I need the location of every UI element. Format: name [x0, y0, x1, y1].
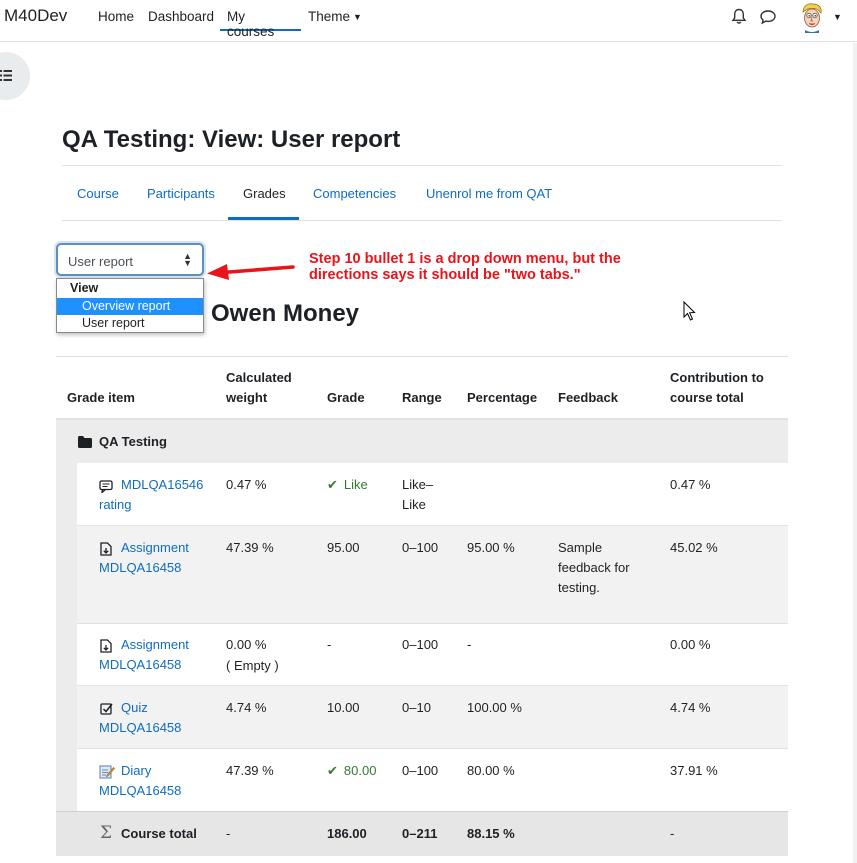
header-calculated-weight: Calculated weight: [226, 370, 292, 405]
avatar[interactable]: [800, 3, 824, 38]
grade-text: 80.00: [343, 763, 377, 778]
nav-dashboard[interactable]: Dashboard: [148, 9, 214, 24]
check-icon: ✔: [327, 763, 338, 778]
contribution-value: 45.02 %: [670, 540, 718, 555]
calculated-weight: 0.00 %: [226, 637, 267, 652]
divider: [62, 165, 782, 166]
calculated-weight: 0.47 %: [226, 477, 267, 492]
range-value: 0–10: [402, 700, 431, 715]
header-range: Range: [402, 390, 442, 405]
grade-value: ✔ 80.00: [327, 761, 376, 781]
page-scrollbar[interactable]: [853, 43, 857, 863]
grade-item-link[interactable]: Quiz MDLQA16458: [99, 698, 211, 738]
grade-text: Like: [343, 477, 368, 492]
navbar: M40Dev Home Dashboard My courses Theme ▼ …: [0, 0, 857, 42]
bell-icon[interactable]: [731, 8, 747, 30]
course-index-toggle[interactable]: [0, 52, 30, 100]
divider: [62, 220, 782, 221]
calculated-weight: 47.39 %: [226, 540, 274, 555]
weight-note: ( Empty ): [226, 658, 279, 673]
user-name: Owen Money: [211, 300, 360, 327]
range-value: 0–100: [402, 763, 439, 778]
header-grade: Grade: [327, 390, 365, 405]
total-weight: -: [226, 826, 231, 841]
tab-grades[interactable]: Grades: [243, 186, 286, 201]
grade-value: ✔ Like: [327, 475, 368, 495]
percentage-value: 80.00 %: [467, 763, 515, 778]
grade-item-link[interactable]: Diary MDLQA16458: [99, 761, 211, 801]
header-feedback: Feedback: [558, 390, 618, 405]
grade-value: 10.00: [327, 700, 360, 715]
contribution-value: 4.74 %: [670, 700, 711, 715]
percentage-value: 100.00 %: [467, 700, 522, 715]
tab-participants[interactable]: Participants: [147, 186, 215, 201]
folder-icon: [78, 436, 92, 448]
grade-item-link[interactable]: Assignment MDLQA16458: [99, 538, 211, 578]
total-percentage: 88.15 %: [467, 826, 515, 841]
select-arrows-icon: ▲ ▼: [183, 251, 192, 268]
table-top-border: [56, 356, 788, 357]
tab-competencies[interactable]: Competencies: [313, 186, 396, 201]
percentage-value: 95.00 %: [467, 540, 515, 555]
dropdown-option-user-report[interactable]: User report: [57, 315, 203, 332]
grade-item-link[interactable]: Assignment MDLQA16458: [99, 635, 211, 675]
check-icon: ✔: [327, 477, 338, 492]
nav-theme[interactable]: Theme ▼: [308, 9, 362, 24]
grade-value: -: [327, 637, 332, 652]
contribution-value: 0.47 %: [670, 477, 711, 492]
range-value: Like–Like: [402, 477, 434, 512]
grade-value: 95.00: [327, 540, 360, 555]
category-label: QA Testing: [99, 434, 167, 449]
range-value: 0–100: [402, 540, 439, 555]
dropdown-option-overview-report[interactable]: Overview report: [57, 298, 203, 315]
header-grade-item: Grade item: [67, 390, 135, 405]
range-value: 0–100: [402, 637, 439, 652]
nav-my-courses-label: My courses: [227, 9, 275, 39]
chevron-down-icon[interactable]: ▼: [833, 12, 842, 22]
nav-theme-label: Theme: [308, 9, 351, 24]
list-icon: [0, 70, 12, 81]
mouse-cursor-icon: [683, 301, 696, 321]
report-select[interactable]: User report ▲ ▼: [56, 243, 204, 276]
contribution-value: 37.91 %: [670, 763, 718, 778]
calculated-weight: 4.74 %: [226, 700, 267, 715]
dropdown-group-label: View: [70, 281, 99, 295]
category-indent-bar: [56, 463, 77, 811]
percentage-value: -: [467, 637, 472, 652]
report-select-dropdown: View Overview report User report: [56, 278, 204, 333]
grade-item-link[interactable]: MDLQA16546 rating: [99, 475, 211, 515]
nav-home[interactable]: Home: [98, 9, 134, 24]
calculated-weight: 47.39 %: [226, 763, 274, 778]
total-range: 0–211: [402, 826, 438, 841]
total-grade: 186.00: [327, 826, 367, 841]
tab-course[interactable]: Course: [77, 186, 119, 201]
header-percentage: Percentage: [467, 390, 538, 405]
nav-my-courses[interactable]: My courses: [220, 0, 301, 39]
sigma-icon: Σ: [100, 823, 113, 843]
annotation-text: Step 10 bullet 1 is a drop down menu, bu…: [309, 251, 621, 283]
feedback-value: Sample feedback for testing.: [558, 540, 630, 595]
course-total-label: Course total: [121, 826, 197, 841]
chat-icon[interactable]: [759, 9, 777, 30]
page-title: QA Testing: View: User report: [62, 126, 401, 153]
chevron-down-icon: ▼: [353, 12, 362, 22]
tab-unenrol[interactable]: Unenrol me from QAT: [426, 186, 552, 201]
annotation-arrow-icon: [207, 264, 295, 280]
contribution-value: 0.00 %: [670, 637, 711, 652]
report-select-value: User report: [68, 254, 134, 269]
total-contribution: -: [670, 826, 675, 841]
site-brand[interactable]: M40Dev: [4, 6, 67, 26]
header-contribution: Contribution to course total: [670, 370, 764, 405]
